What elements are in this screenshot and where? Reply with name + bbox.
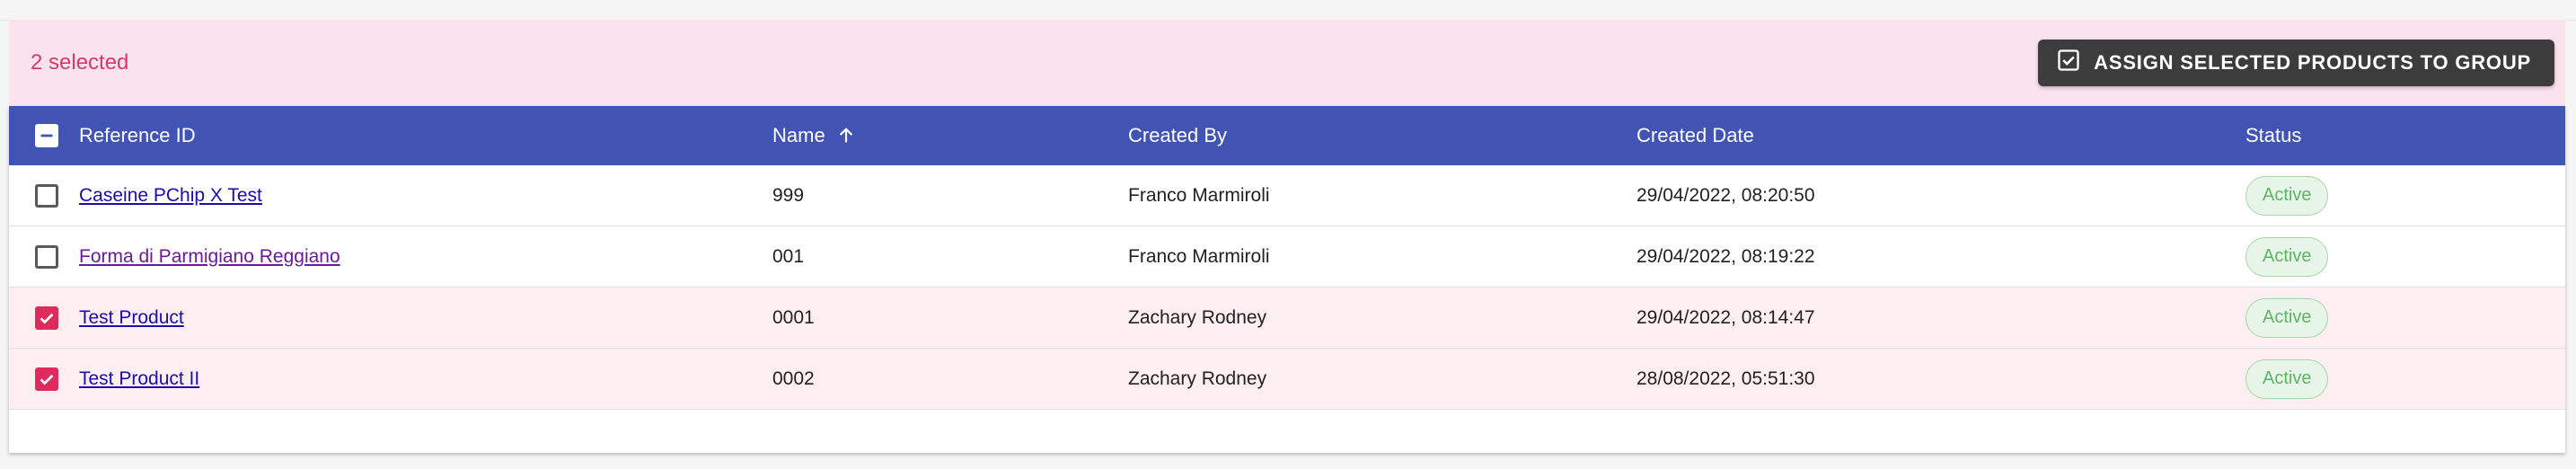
- reference-id-link[interactable]: Test Product: [79, 307, 184, 329]
- name-cell: 001: [772, 245, 805, 267]
- status-badge: Active: [2245, 297, 2329, 338]
- status-badge: Active: [2245, 358, 2329, 399]
- created-by-cell: Zachary Rodney: [1128, 367, 1267, 389]
- checkmark-icon: [40, 313, 54, 324]
- products-table: Reference ID Name Created By Created Dat…: [9, 106, 2565, 453]
- table-row[interactable]: Forma di Parmigiano Reggiano 001 Franco …: [9, 226, 2565, 288]
- assign-to-group-button[interactable]: ASSIGN SELECTED PRODUCTS TO GROUP: [2038, 40, 2554, 86]
- name-cell: 0001: [772, 306, 815, 328]
- created-date-cell: 29/04/2022, 08:14:47: [1636, 306, 1815, 328]
- column-header-created-by[interactable]: Created By: [1128, 124, 1227, 147]
- created-by-cell: Franco Marmiroli: [1128, 245, 1270, 267]
- row-checkbox[interactable]: [35, 183, 58, 208]
- created-date-cell: 28/08/2022, 05:51:30: [1636, 367, 1815, 389]
- row-checkbox[interactable]: [35, 367, 58, 391]
- selected-count: 2 selected: [31, 50, 129, 75]
- created-by-cell: Franco Marmiroli: [1128, 184, 1270, 206]
- selection-toolbar: 2 selected ASSIGN SELECTED PRODUCTS TO G…: [9, 20, 2565, 106]
- table-row[interactable]: Test Product 0001 Zachary Rodney 29/04/2…: [9, 288, 2565, 349]
- column-header-reference-id[interactable]: Reference ID: [79, 124, 196, 147]
- column-header-created-date[interactable]: Created Date: [1636, 124, 1754, 147]
- table-header: Reference ID Name Created By Created Dat…: [9, 106, 2565, 165]
- row-checkbox[interactable]: [35, 244, 58, 269]
- select-all-checkbox[interactable]: [35, 124, 58, 147]
- table-row[interactable]: Test Product II 0002 Zachary Rodney 28/0…: [9, 349, 2565, 410]
- name-cell: 0002: [772, 367, 815, 389]
- reference-id-link[interactable]: Forma di Parmigiano Reggiano: [79, 246, 340, 268]
- status-badge: Active: [2245, 175, 2329, 216]
- reference-id-link[interactable]: Test Product II: [79, 368, 199, 390]
- created-by-cell: Zachary Rodney: [1128, 306, 1267, 328]
- sort-ascending-icon[interactable]: [836, 126, 856, 146]
- checkbox-checked-icon: [2056, 48, 2081, 78]
- minus-icon: [40, 134, 53, 137]
- column-header-name[interactable]: Name: [772, 124, 825, 147]
- assign-button-label: ASSIGN SELECTED PRODUCTS TO GROUP: [2094, 51, 2531, 74]
- row-checkbox[interactable]: [35, 305, 58, 330]
- column-header-status[interactable]: Status: [2245, 124, 2301, 147]
- top-bar: [0, 0, 2576, 21]
- table-row[interactable]: Caseine PChip X Test 999 Franco Marmirol…: [9, 165, 2565, 226]
- checkmark-icon: [40, 374, 54, 385]
- status-badge: Active: [2245, 236, 2329, 277]
- reference-id-link[interactable]: Caseine PChip X Test: [79, 185, 262, 207]
- name-cell: 999: [772, 184, 805, 206]
- created-date-cell: 29/04/2022, 08:19:22: [1636, 245, 1815, 267]
- created-date-cell: 29/04/2022, 08:20:50: [1636, 184, 1815, 206]
